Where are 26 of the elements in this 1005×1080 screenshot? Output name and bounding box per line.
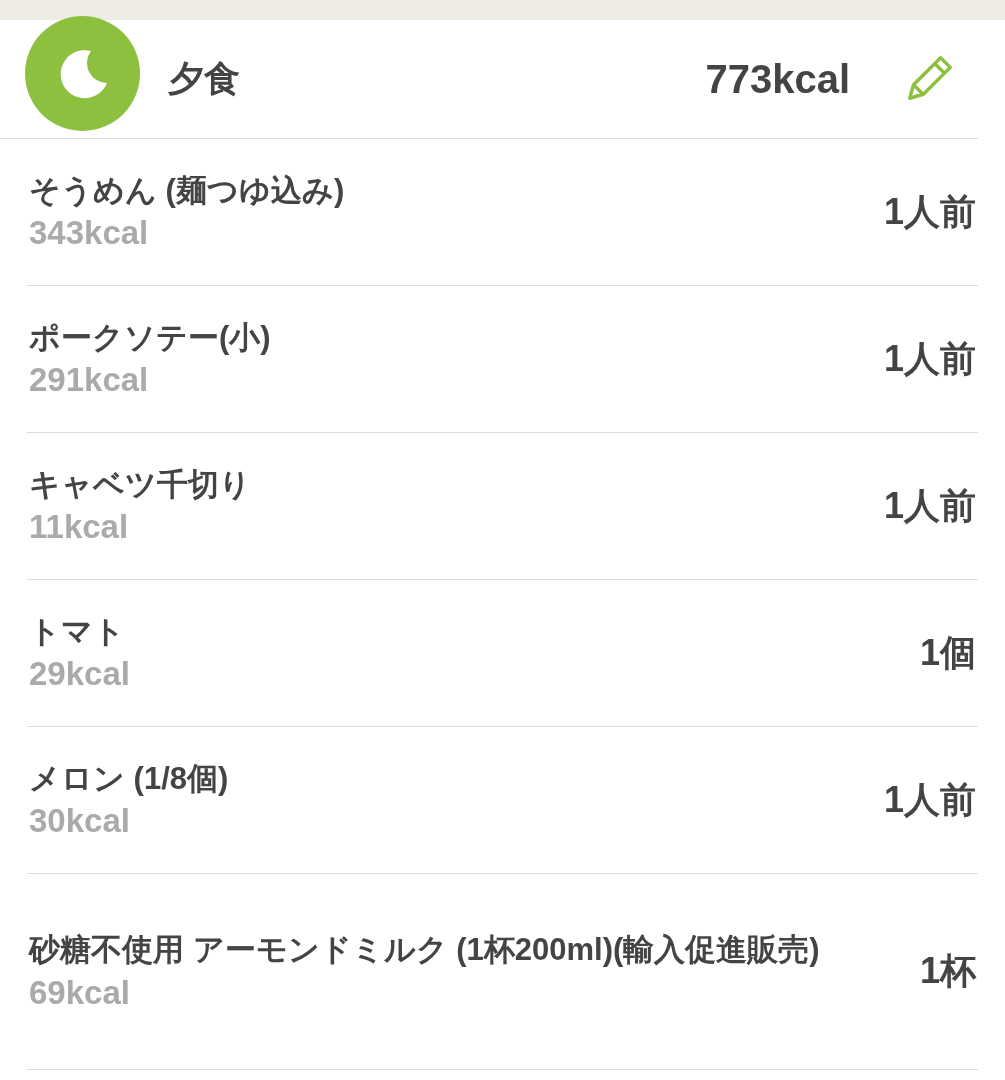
food-amount: 1杯 [919, 949, 976, 993]
food-row[interactable]: トマト 29kcal 1個 [27, 580, 978, 727]
food-name: トマト [29, 612, 126, 651]
meal-total-calories: 773kcal [705, 56, 850, 102]
food-name: 砂糖不使用 アーモンドミルク (1杯200ml)(輸入促進販売) [29, 931, 820, 970]
food-calories: 29kcal [29, 655, 130, 694]
food-name: メロン (1/8個) [29, 759, 229, 798]
food-row[interactable]: メロン (1/8個) 30kcal 1人前 [27, 727, 978, 874]
food-amount: 1人前 [883, 777, 976, 822]
meal-title: 夕食 [168, 56, 241, 101]
food-row[interactable]: 砂糖不使用 アーモンドミルク (1杯200ml)(輸入促進販売) 69kcal 1杯 [27, 874, 978, 1070]
food-name: ポークソテー(小) [29, 318, 271, 357]
food-amount: 1個 [919, 630, 976, 675]
food-amount: 1人前 [883, 189, 976, 234]
food-amount: 1人前 [883, 336, 976, 381]
food-name: そうめん (麺つゆ込み) [29, 171, 345, 210]
food-amount: 1人前 [883, 483, 976, 528]
food-calories: 343kcal [29, 214, 150, 253]
food-name: キャベツ千切り [29, 465, 251, 504]
food-row[interactable]: キャベツ千切り 11kcal 1人前 [27, 433, 978, 580]
food-row[interactable]: そうめん (麺つゆ込み) 343kcal 1人前 [27, 139, 978, 286]
food-calories: 11kcal [29, 508, 130, 547]
food-calories: 30kcal [29, 802, 131, 841]
food-calories: 69kcal [29, 973, 131, 1012]
food-row[interactable]: ポークソテー(小) 291kcal 1人前 [27, 286, 978, 433]
food-calories: 291kcal [29, 361, 150, 400]
